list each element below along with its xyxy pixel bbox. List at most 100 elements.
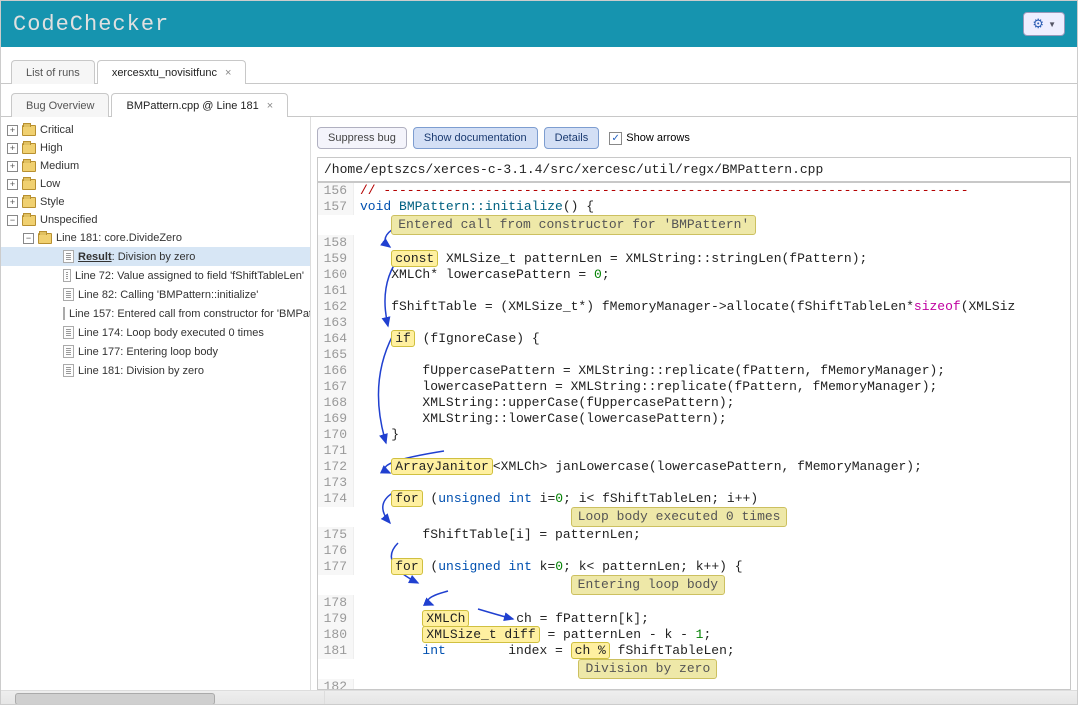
code-text: for (unsigned int k=0; k< patternLen; k+… <box>354 559 743 575</box>
tree-label: Line 181: core.DivideZero <box>56 232 182 244</box>
tree-category[interactable]: +Medium <box>1 157 310 175</box>
code-line: 176 <box>318 543 1070 559</box>
main-tabstrip: List of runs xercesxtu_novisitfunc × <box>1 47 1077 84</box>
code-text: if (fIgnoreCase) { <box>354 331 540 347</box>
close-icon[interactable]: × <box>225 67 231 79</box>
code-text: int index = ch % fShiftTableLen; <box>354 643 735 659</box>
tree-category[interactable]: +Style <box>1 193 310 211</box>
code-line: 158 <box>318 235 1070 251</box>
code-text: const XMLSize_t patternLen = XMLString::… <box>354 251 867 267</box>
line-number: 179 <box>318 611 354 627</box>
code-text: XMLString::lowerCase(lowercasePattern); <box>354 411 727 427</box>
tree-category[interactable]: + Critical <box>1 121 310 139</box>
folder-icon <box>22 125 36 136</box>
document-icon <box>63 307 65 320</box>
collapse-icon[interactable]: − <box>7 215 18 226</box>
tree-step[interactable]: Line 82: Calling 'BMPattern::initialize' <box>1 285 310 304</box>
bug-tree: + Critical + High +Medium+Low+Style−Unspecif… <box>1 117 311 690</box>
document-icon <box>63 269 71 282</box>
expand-icon[interactable]: + <box>7 179 18 190</box>
show-documentation-button[interactable]: Show documentation <box>413 127 538 149</box>
tab[interactable]: Bug Overview <box>11 93 109 117</box>
tab[interactable]: xercesxtu_novisitfunc × <box>97 60 247 84</box>
tree-step[interactable]: Line 157: Entered call from constructor … <box>1 304 310 323</box>
code-text: XMLSize_t diff = patternLen - k - 1; <box>354 627 711 643</box>
line-number: 173 <box>318 475 354 491</box>
line-number: 181 <box>318 643 354 659</box>
file-path: /home/eptszcs/xerces-c-3.1.4/src/xercesc… <box>317 157 1071 182</box>
tree-label: High <box>40 142 63 154</box>
code-text: } <box>354 427 399 443</box>
code-line: 166 fUppercasePattern = XMLString::repli… <box>318 363 1070 379</box>
tab[interactable]: List of runs <box>11 60 95 84</box>
suppress-bug-button[interactable]: Suppress bug <box>317 127 407 149</box>
document-icon <box>63 288 74 301</box>
tab-label: xercesxtu_novisitfunc <box>112 67 217 79</box>
tab[interactable]: BMPattern.cpp @ Line 181× <box>111 93 288 117</box>
details-button[interactable]: Details <box>544 127 600 149</box>
tree-label: Line 82: Calling 'BMPattern::initialize' <box>78 289 258 301</box>
show-arrows-toggle[interactable]: ✓ Show arrows <box>609 132 690 145</box>
code-text: fUppercasePattern = XMLString::replicate… <box>354 363 945 379</box>
code-line: 159 const XMLSize_t patternLen = XMLStri… <box>318 251 1070 267</box>
line-number: 160 <box>318 267 354 283</box>
code-text: XMLCh ch = fPattern[k]; <box>354 611 649 627</box>
tree-label: Line 174: Loop body executed 0 times <box>78 327 264 339</box>
bottom-scrollbar[interactable] <box>1 690 1077 705</box>
tree-step[interactable]: Line 181: Division by zero <box>1 361 310 380</box>
code-text: fShiftTable[i] = patternLen; <box>354 527 641 543</box>
code-text: // -------------------------------------… <box>354 183 969 199</box>
collapse-icon[interactable]: − <box>23 233 34 244</box>
tree-category[interactable]: + High <box>1 139 310 157</box>
document-icon <box>63 345 74 358</box>
expand-icon[interactable]: + <box>7 161 18 172</box>
line-number: 171 <box>318 443 354 459</box>
tree-category[interactable]: −Unspecified <box>1 211 310 229</box>
close-icon[interactable]: × <box>267 100 273 112</box>
code-line: 174 for (unsigned int i=0; i< fShiftTabl… <box>318 491 1070 507</box>
line-number: 177 <box>318 559 354 575</box>
code-line: 156// ----------------------------------… <box>318 183 1070 199</box>
code-text: XMLCh* lowercasePattern = 0; <box>354 267 610 283</box>
line-number: 164 <box>318 331 354 347</box>
analysis-annotation: Entering loop body <box>571 575 725 595</box>
code-line: 161 <box>318 283 1070 299</box>
code-line: 180 XMLSize_t diff = patternLen - k - 1; <box>318 627 1070 643</box>
tree-step[interactable]: Result: Division by zero <box>1 247 310 266</box>
line-number: 156 <box>318 183 354 199</box>
analysis-annotation: Division by zero <box>578 659 717 679</box>
code-line: 160 XMLCh* lowercasePattern = 0; <box>318 267 1070 283</box>
folder-icon <box>22 215 36 226</box>
folder-icon <box>22 179 36 190</box>
tree-label: Line 181: Division by zero <box>78 365 204 377</box>
header-bar: CodeChecker ⚙ ▼ <box>1 1 1077 47</box>
expand-icon[interactable]: + <box>7 143 18 154</box>
tree-label: Critical <box>40 124 74 136</box>
code-line: 164 if (fIgnoreCase) { <box>318 331 1070 347</box>
expand-icon[interactable]: + <box>7 125 18 136</box>
tree-category[interactable]: +Low <box>1 175 310 193</box>
code-line: 173 <box>318 475 1070 491</box>
tree-step[interactable]: Line 177: Entering loop body <box>1 342 310 361</box>
code-line: 157void BMPattern::initialize() { <box>318 199 1070 215</box>
line-number: 176 <box>318 543 354 559</box>
code-line: 170 } <box>318 427 1070 443</box>
folder-icon <box>22 161 36 172</box>
tree-bug[interactable]: − Line 181: core.DivideZero <box>1 229 310 247</box>
line-number: 172 <box>318 459 354 475</box>
code-text: XMLString::upperCase(fUppercasePattern); <box>354 395 734 411</box>
app-title: CodeChecker <box>13 12 169 37</box>
gear-icon: ⚙ <box>1032 16 1044 32</box>
line-number: 182 <box>318 679 354 690</box>
line-number: 165 <box>318 347 354 363</box>
show-arrows-label: Show arrows <box>626 132 690 144</box>
line-number: 175 <box>318 527 354 543</box>
tree-step[interactable]: Line 174: Loop body executed 0 times <box>1 323 310 342</box>
analysis-annotation: Entered call from constructor for 'BMPat… <box>391 215 756 235</box>
config-button[interactable]: ⚙ ▼ <box>1023 12 1065 36</box>
expand-icon[interactable]: + <box>7 197 18 208</box>
code-viewer[interactable]: 156// ----------------------------------… <box>317 182 1071 690</box>
tree-step[interactable]: Line 72: Value assigned to field 'fShift… <box>1 266 310 285</box>
tree-label: Result: Division by zero <box>78 251 195 263</box>
line-number: 161 <box>318 283 354 299</box>
